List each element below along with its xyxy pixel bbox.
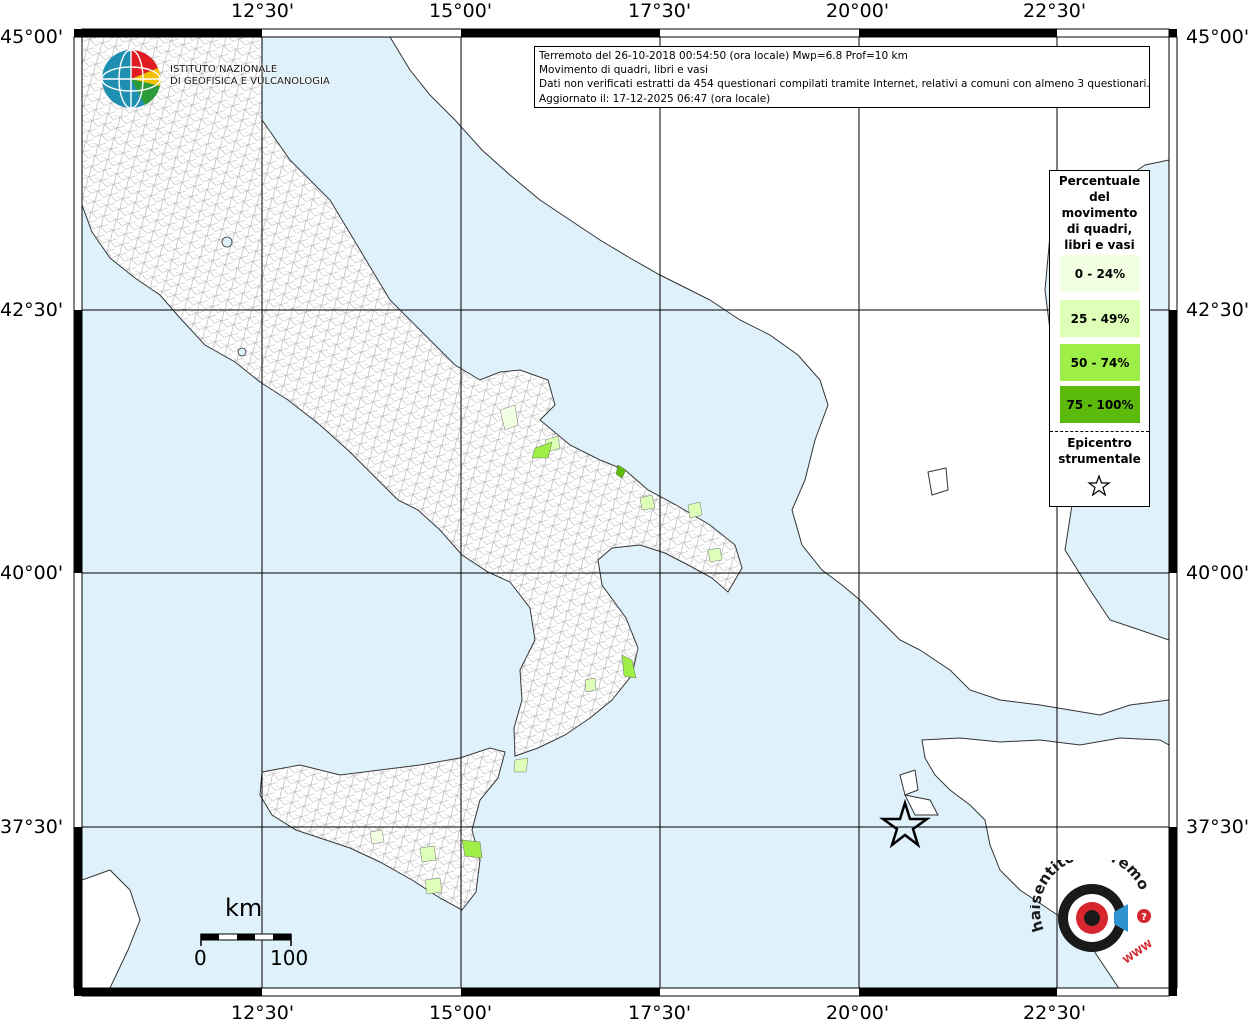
- effect-line: Movimento di quadri, libri e vasi: [539, 64, 708, 77]
- lon-label-bottom: 20°00': [826, 1002, 890, 1024]
- lon-label-top: 22°30': [1023, 0, 1087, 22]
- lat-label-left: 42°30': [0, 299, 64, 321]
- legend: Percentuale del movimento di quadri, lib…: [1049, 170, 1150, 507]
- lon-label-bottom: 15°00': [429, 1002, 493, 1024]
- scale-end: 100: [270, 946, 309, 970]
- legend-star-icon: [1087, 474, 1111, 497]
- lat-label-left: 40°00': [0, 562, 64, 584]
- legend-class-25-49: 25 - 49%: [1060, 300, 1140, 337]
- event-info-box: Terremoto del 26-10-2018 00:54:50 (ora l…: [534, 46, 1150, 108]
- lat-label-right: 40°00': [1186, 562, 1250, 584]
- lon-label-top: 15°00': [429, 0, 493, 22]
- svg-text:?: ?: [1141, 912, 1147, 923]
- legend-epicenter-label: Epicentro strumentale: [1058, 436, 1141, 466]
- lat-label-right: 45°00': [1186, 26, 1250, 48]
- legend-class-0-24: 0 - 24%: [1060, 255, 1140, 292]
- lon-label-top: 12°30': [231, 0, 295, 22]
- legend-separator: [1050, 431, 1149, 432]
- legend-title: Percentuale del movimento di quadri, lib…: [1058, 174, 1141, 252]
- haisentito-logo-icon: ? haisentitoilterremoto.it WWW: [1030, 860, 1155, 966]
- scale-unit: km: [225, 894, 263, 922]
- lon-label-top: 20°00': [826, 0, 890, 22]
- legend-class-75-100: 75 - 100%: [1060, 386, 1140, 423]
- lat-label-left: 37°30': [0, 816, 64, 838]
- lon-label-bottom: 17°30': [628, 1002, 692, 1024]
- lon-label-bottom: 12°30': [231, 1002, 295, 1024]
- svg-text:WWW: WWW: [1121, 938, 1154, 966]
- lat-label-right: 37°30': [1186, 816, 1250, 838]
- lon-label-top: 17°30': [628, 0, 692, 22]
- ingv-name: ISTITUTO NAZIONALE DI GEOFISICA E VULCAN…: [170, 64, 330, 87]
- ingv-logo-icon: [101, 49, 161, 109]
- updated-line: Aggiornato il: 17-12-2025 06:47 (ora loc…: [539, 92, 771, 105]
- lat-label-right: 42°30': [1186, 299, 1250, 321]
- data-note-line: Dati non verificati estratti da 454 ques…: [539, 78, 1150, 91]
- event-line: Terremoto del 26-10-2018 00:54:50 (ora l…: [539, 50, 908, 62]
- legend-class-50-74: 50 - 74%: [1060, 344, 1140, 381]
- scale-start: 0: [194, 946, 207, 970]
- intensity-map: 12°30' 15°00' 17°30' 20°00' 22°30' 12°30…: [0, 0, 1252, 1024]
- lat-label-left: 45°00': [0, 26, 64, 48]
- lon-label-bottom: 22°30': [1023, 1002, 1087, 1024]
